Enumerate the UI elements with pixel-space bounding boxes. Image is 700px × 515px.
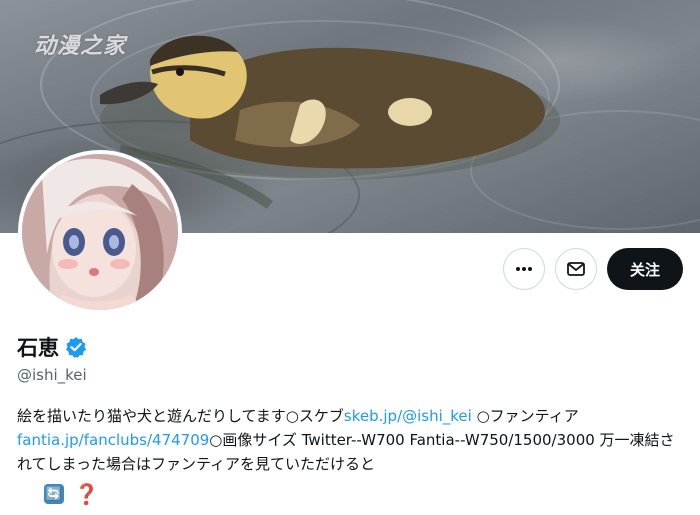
repeat-emoji-icon: 🔄 <box>44 484 64 504</box>
bio-emoji-row: 🔄 ❓ <box>44 484 99 504</box>
name-row: 石恵 <box>17 332 87 362</box>
more-horizontal-icon <box>516 267 532 271</box>
anime-girl-avatar-image <box>22 154 178 310</box>
envelope-icon <box>567 262 585 276</box>
watermark-text: 动漫之家 <box>34 34 127 59</box>
display-name: 石恵 <box>17 336 59 360</box>
user-handle: @ishi_kei <box>17 366 87 384</box>
bio-text: ○ファンティア <box>471 407 579 425</box>
profile-avatar[interactable] <box>18 150 182 314</box>
verified-badge-icon[interactable] <box>65 336 87 358</box>
follow-button[interactable]: 关注 <box>607 248 683 290</box>
question-emoji-icon: ❓ <box>74 482 99 506</box>
skeb-link[interactable]: skeb.jp/@ishi_kei <box>344 407 472 425</box>
fantia-link[interactable]: fantia.jp/fanclubs/474709 <box>17 431 209 449</box>
profile-bio: 絵を描いたり猫や犬と遊んだりしてます○スケブskeb.jp/@ishi_kei … <box>17 404 687 476</box>
message-button[interactable] <box>555 248 597 290</box>
more-button[interactable] <box>503 248 545 290</box>
bio-text: 絵を描いたり猫や犬と遊んだりしてます○スケブ <box>17 407 344 425</box>
